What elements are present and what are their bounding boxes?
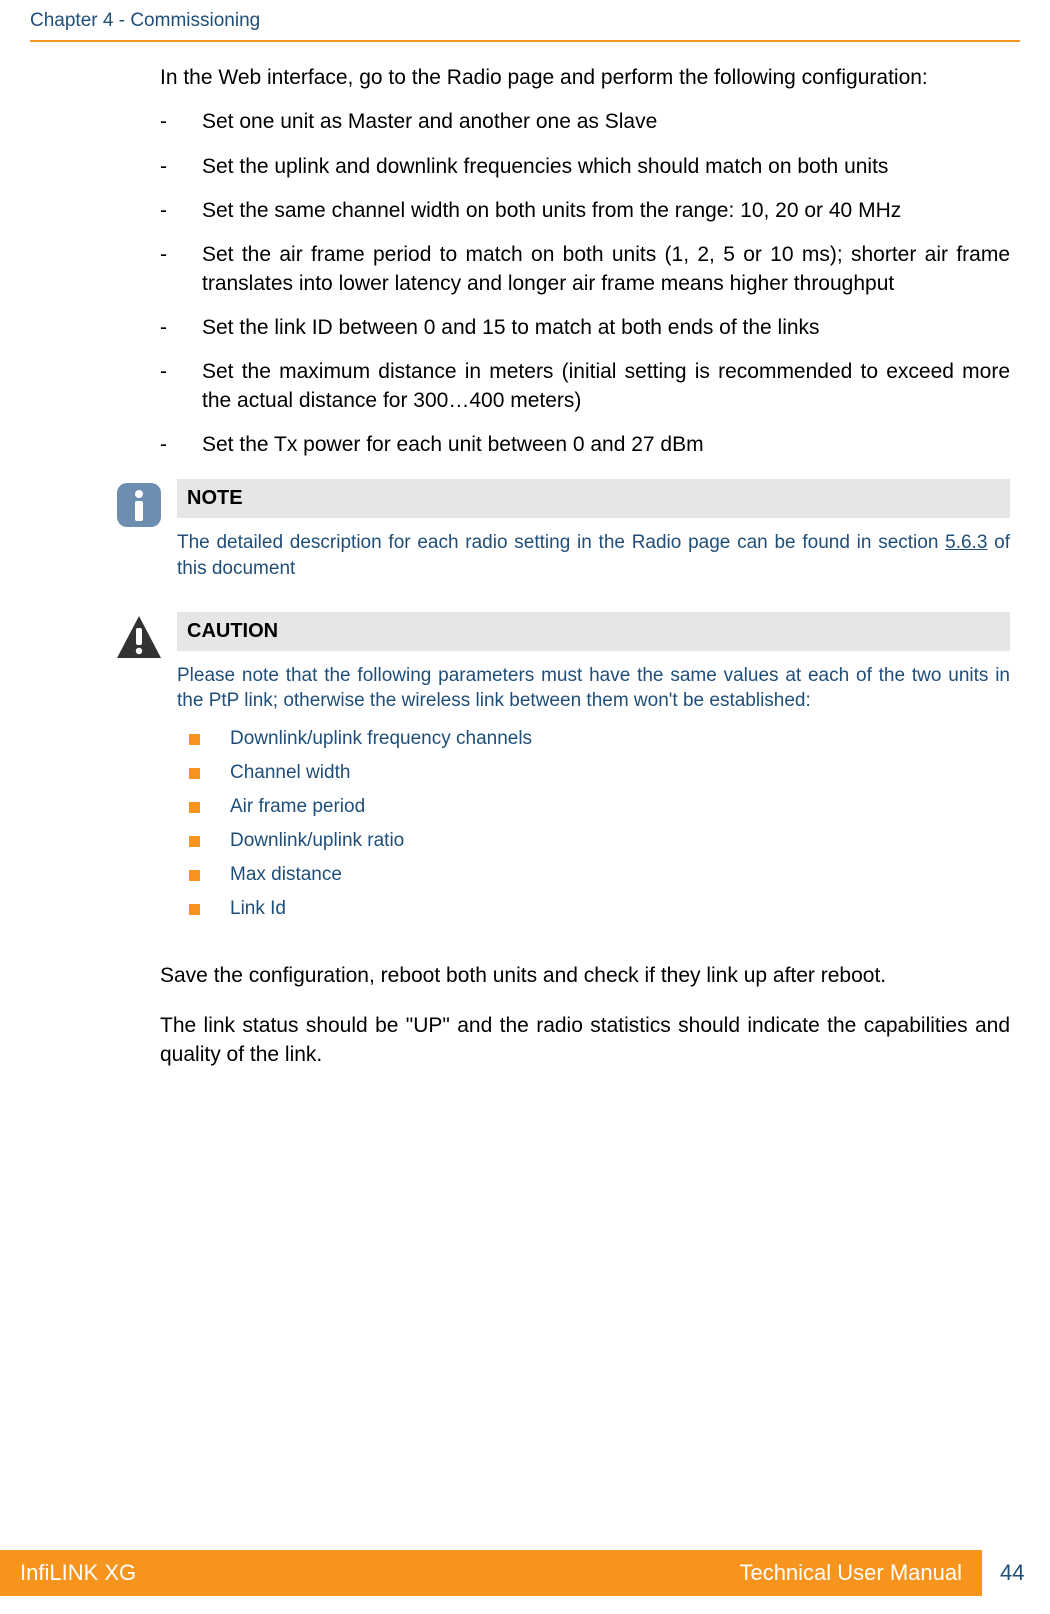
square-bullet-icon	[189, 734, 200, 745]
caution-header: CAUTION	[177, 612, 1010, 651]
list-item: Channel width	[189, 762, 1010, 784]
intro-paragraph: In the Web interface, go to the Radio pa…	[160, 64, 1010, 92]
dash-bullet: -	[160, 108, 202, 136]
note-header: NOTE	[177, 479, 1010, 518]
section-link[interactable]: 5.6.3	[945, 532, 987, 553]
dash-bullet: -	[160, 197, 202, 225]
caution-callout: CAUTION Please note that the following p…	[115, 612, 1010, 932]
list-item: Max distance	[189, 864, 1010, 886]
list-item: Downlink/uplink ratio	[189, 830, 1010, 852]
footer-left: InfiLINK XG	[20, 1560, 136, 1586]
square-bullet-icon	[189, 870, 200, 881]
page-footer: InfiLINK XG Technical User Manual 44	[0, 1550, 1050, 1596]
list-item-text: Downlink/uplink frequency channels	[230, 728, 532, 750]
link-status-paragraph: The link status should be "UP" and the r…	[160, 1012, 1010, 1069]
list-item-text: Set the uplink and downlink frequencies …	[202, 153, 1010, 181]
header-divider	[30, 40, 1020, 42]
configuration-steps-list: -Set one unit as Master and another one …	[160, 108, 1010, 459]
list-item-text: Max distance	[230, 864, 342, 886]
list-item: -Set the maximum distance in meters (ini…	[160, 358, 1010, 415]
list-item: -Set the Tx power for each unit between …	[160, 431, 1010, 459]
list-item-text: Set one unit as Master and another one a…	[202, 108, 1010, 136]
list-item-text: Downlink/uplink ratio	[230, 830, 404, 852]
caution-params-list: Downlink/uplink frequency channels Chann…	[189, 728, 1010, 920]
save-config-paragraph: Save the configuration, reboot both unit…	[160, 962, 1010, 990]
list-item: -Set one unit as Master and another one …	[160, 108, 1010, 136]
info-icon	[115, 479, 177, 581]
list-item-text: Set the air frame period to match on bot…	[202, 241, 1010, 298]
list-item: Downlink/uplink frequency channels	[189, 728, 1010, 750]
dash-bullet: -	[160, 358, 202, 415]
square-bullet-icon	[189, 802, 200, 813]
square-bullet-icon	[189, 904, 200, 915]
warning-icon	[115, 612, 177, 932]
dash-bullet: -	[160, 153, 202, 181]
list-item: Air frame period	[189, 796, 1010, 818]
list-item: -Set the link ID between 0 and 15 to mat…	[160, 314, 1010, 342]
list-item-text: Set the same channel width on both units…	[202, 197, 1010, 225]
dash-bullet: -	[160, 431, 202, 459]
dash-bullet: -	[160, 314, 202, 342]
dash-bullet: -	[160, 241, 202, 298]
list-item-text: Set the link ID between 0 and 15 to matc…	[202, 314, 1010, 342]
chapter-header: Chapter 4 - Commissioning	[30, 10, 1020, 40]
footer-right: Technical User Manual	[739, 1560, 962, 1586]
list-item-text: Channel width	[230, 762, 350, 784]
note-text-pre: The detailed description for each radio …	[177, 532, 945, 553]
footer-bar: InfiLINK XG Technical User Manual	[0, 1550, 982, 1596]
list-item-text: Link Id	[230, 898, 286, 920]
square-bullet-icon	[189, 768, 200, 779]
list-item: -Set the same channel width on both unit…	[160, 197, 1010, 225]
list-item-text: Air frame period	[230, 796, 365, 818]
note-text: The detailed description for each radio …	[177, 530, 1010, 581]
list-item-text: Set the Tx power for each unit between 0…	[202, 431, 1010, 459]
list-item: -Set the uplink and downlink frequencies…	[160, 153, 1010, 181]
square-bullet-icon	[189, 836, 200, 847]
note-callout: NOTE The detailed description for each r…	[115, 479, 1010, 581]
list-item: Link Id	[189, 898, 1010, 920]
caution-intro: Please note that the following parameter…	[177, 663, 1010, 714]
list-item-text: Set the maximum distance in meters (init…	[202, 358, 1010, 415]
page-number: 44	[1000, 1560, 1050, 1586]
list-item: -Set the air frame period to match on bo…	[160, 241, 1010, 298]
